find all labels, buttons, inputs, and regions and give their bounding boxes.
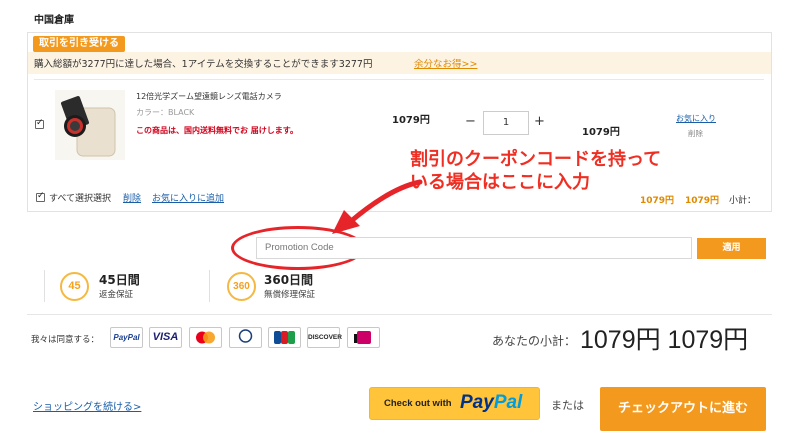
refund-guarantee-title: 45日間 <box>99 273 140 287</box>
product-color: カラー：BLACK <box>136 108 195 117</box>
promo-text: 購入総額が3277円に達した場合、1アイテムを交換することができます3277円 <box>34 59 373 70</box>
paypal-card-icon: PayPal <box>110 327 143 348</box>
divider <box>209 270 210 302</box>
delete-item-link[interactable]: 削除 <box>688 128 703 139</box>
delete-selected-link[interactable]: 削除 <box>123 191 141 204</box>
jcb-card-icon <box>268 327 301 348</box>
repair-guarantee-subtitle: 無償修理保証 <box>264 290 316 300</box>
row-divider <box>34 79 764 80</box>
promo-tag: 取引を引き受ける <box>33 36 125 52</box>
checkout-button[interactable]: チェックアウトに進む <box>600 387 766 431</box>
item-checkbox[interactable] <box>35 118 44 129</box>
footer-subtotal-label: 小計： <box>729 196 757 206</box>
footer-price-total: 1079円 <box>685 196 720 206</box>
quantity-increment-button[interactable]: + <box>534 114 545 129</box>
subtotal-value: 1079円 1079円 <box>580 326 749 354</box>
refund-guarantee-subtitle: 返金保証 <box>99 290 134 300</box>
visa-card-icon: VISA <box>149 327 182 348</box>
select-all-label[interactable]: すべて選択選択 <box>49 191 111 204</box>
section-divider <box>27 314 772 315</box>
add-selected-to-favorites-link[interactable]: お気に入りに追加 <box>152 191 224 204</box>
quantity-input[interactable]: 1 <box>483 111 529 135</box>
annotation-line-1: 割引のクーポンコードを持って <box>410 149 662 170</box>
ideal-icon <box>347 327 380 348</box>
refund-guarantee-icon: 45 <box>60 272 89 301</box>
payment-agree-label: 我々は同意する： <box>31 335 100 345</box>
paypal-checkout-button[interactable]: Check out with PayPal <box>369 387 540 420</box>
or-text: または <box>551 399 584 412</box>
annotation-text: 割引のクーポンコードを持って いる場合はここに入力 <box>410 148 710 194</box>
unit-price: 1079円 <box>392 115 430 126</box>
continue-shopping-link[interactable]: ショッピングを続ける> <box>33 398 141 413</box>
promotion-code-input[interactable]: Promotion Code <box>256 237 692 259</box>
product-name[interactable]: 12倍光学ズーム望遠鏡レンズ電話カメラ <box>136 91 282 102</box>
item-subtotal: 1079円 <box>582 127 620 138</box>
select-all-checkbox[interactable] <box>36 191 45 202</box>
discover-card-icon: DISCOVER <box>307 327 342 348</box>
warehouse-title: 中国倉庫 <box>34 15 74 26</box>
divider <box>44 270 45 302</box>
add-to-favorites-link[interactable]: お気に入り <box>676 113 716 124</box>
paypal-prefix: Check out with <box>384 398 452 409</box>
footer-price: 1079円 <box>640 196 675 206</box>
paypal-logo: PayPal <box>460 392 523 413</box>
diners-club-icon <box>229 327 262 348</box>
extra-deals-link[interactable]: 余分なお得>> <box>414 56 477 70</box>
product-thumbnail[interactable] <box>55 90 125 160</box>
quantity-decrement-button[interactable]: − <box>465 114 476 129</box>
subtotal-label: あなたの小計： <box>492 334 577 348</box>
annotation-line-2: いる場合はここに入力 <box>410 172 590 193</box>
shipping-note: この商品は、国内送料無料でお 届けします。 <box>136 126 298 135</box>
apply-coupon-button[interactable]: 適用 <box>697 238 766 259</box>
mastercard-icon <box>189 327 222 348</box>
lens-product-image <box>61 96 116 157</box>
repair-guarantee-icon: 360 <box>227 272 256 301</box>
repair-guarantee-title: 360日間 <box>264 273 314 287</box>
